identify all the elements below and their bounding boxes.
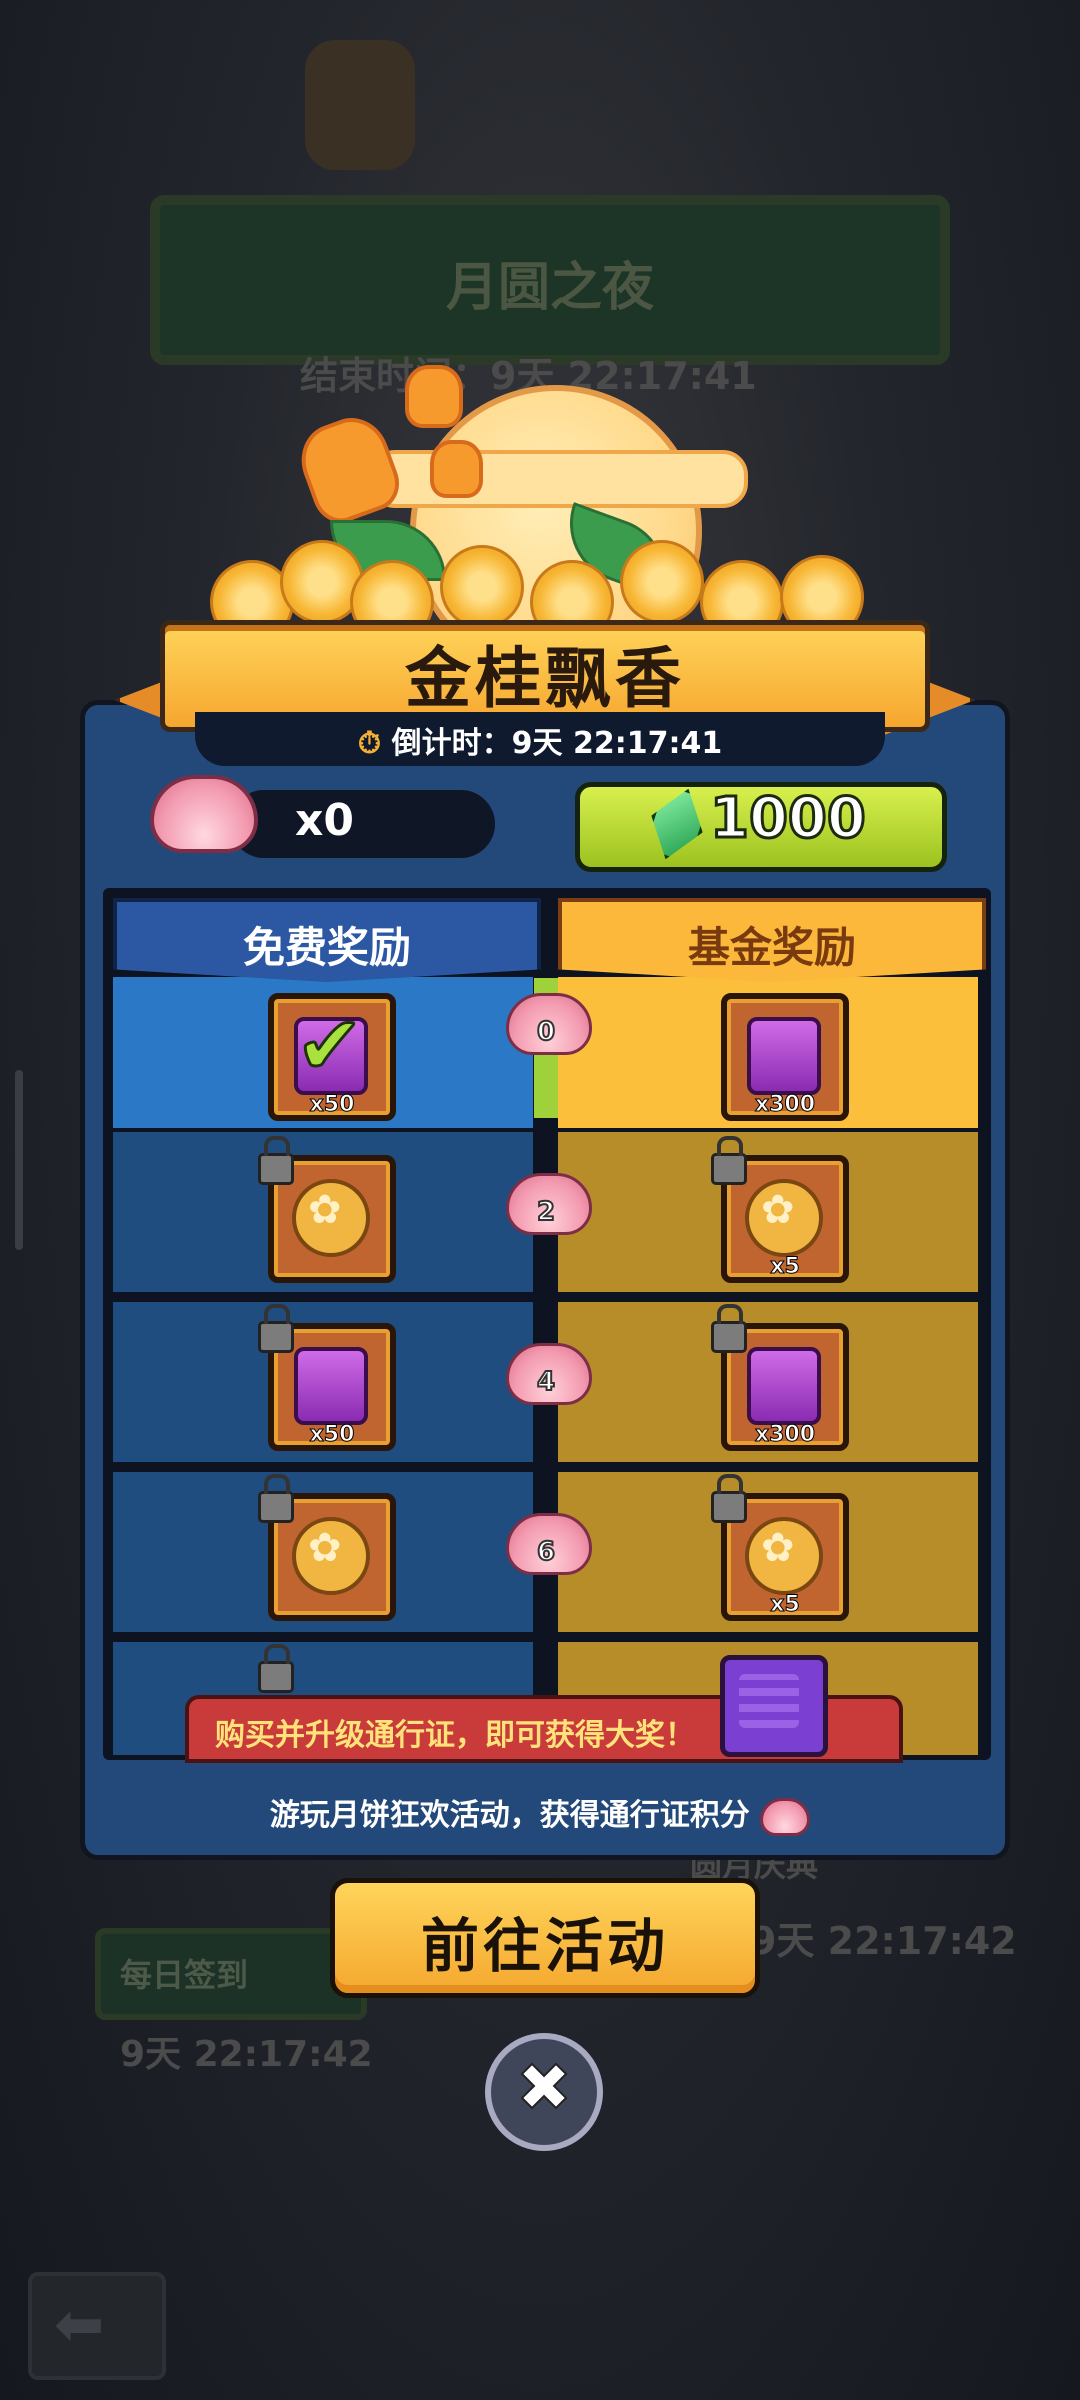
reward-qty: x50	[309, 1422, 355, 1448]
lock-icon	[711, 1304, 747, 1353]
level-number: 0	[536, 1016, 556, 1048]
back-arrow-icon: ⬅	[54, 2290, 105, 2360]
purple-gem-icon	[294, 1347, 368, 1425]
lock-icon	[258, 1474, 294, 1523]
bg-right-timer: 9天 22:17:42	[750, 1919, 1017, 1963]
level-marker-6: 6	[506, 1513, 592, 1575]
lotus-icon	[150, 775, 258, 853]
lotus-counter	[230, 790, 495, 858]
countdown-text: ⏱ 倒计时：9天 22:17:41	[195, 718, 885, 762]
reward-qty: x5	[770, 1592, 801, 1618]
close-button[interactable]: ✖	[485, 2033, 603, 2151]
gem-price: 1000	[709, 785, 868, 853]
modal-title: 金桂飘香	[405, 640, 685, 717]
footer-hint: 游玩月饼狂欢活动，获得通行证积分	[80, 1790, 1000, 1836]
lock-icon	[711, 1474, 747, 1523]
scroll-indicator	[15, 1070, 23, 1250]
lock-icon	[258, 1304, 294, 1353]
tab-fund-rewards[interactable]: 基金奖励	[558, 898, 986, 982]
level-marker-2: 2	[506, 1173, 592, 1235]
bg-event-title: 月圆之夜	[445, 258, 654, 318]
claimed-check-icon: ✔	[294, 998, 364, 1094]
level-number: 6	[536, 1536, 556, 1568]
level-marker-4: 4	[506, 1343, 592, 1405]
bg-daily-signin: 每日签到	[120, 1956, 249, 1994]
lock-icon	[258, 1644, 294, 1693]
go-button-label: 前往活动	[420, 1912, 669, 1980]
gold-coin-icon	[745, 1517, 823, 1595]
lantern-icon	[405, 365, 463, 428]
purple-gem-icon	[747, 1347, 821, 1425]
level-number: 2	[536, 1196, 556, 1228]
bg-left-timer: 9天 22:17:42	[120, 2034, 373, 2075]
reward-qty: x300	[754, 1092, 816, 1118]
purple-gem-icon	[747, 1017, 821, 1095]
gem-icon	[650, 787, 704, 861]
tab-free-rewards[interactable]: 免费奖励	[113, 898, 541, 982]
lotus-icon	[760, 1797, 811, 1836]
level-number: 4	[536, 1366, 556, 1398]
lantern-decoration	[305, 40, 415, 170]
gold-coin-icon	[292, 1179, 370, 1257]
stopwatch-icon: ⏱	[357, 726, 382, 761]
promo-text: 购买并升级通行证，即可获得大奖！	[215, 1718, 695, 1753]
back-button[interactable]: ⬅	[28, 2272, 166, 2380]
reward-qty: x300	[754, 1422, 816, 1448]
lotus-count: x0	[295, 795, 354, 846]
gold-coin-icon	[745, 1179, 823, 1257]
countdown-label: 倒计时：9天 22:17:41	[391, 726, 723, 761]
tab-free-label: 免费奖励	[242, 923, 411, 972]
level-marker-0: 0	[506, 993, 592, 1055]
lock-icon	[258, 1136, 294, 1185]
grand-prize-card-icon	[720, 1655, 828, 1757]
tab-paid-label: 基金奖励	[687, 923, 856, 972]
reward-slot-paid-0[interactable]: x300	[721, 993, 849, 1121]
go-to-event-button[interactable]: 前往活动	[330, 1878, 760, 1998]
reward-qty: x5	[770, 1254, 801, 1280]
reward-table: 免费奖励 基金奖励 ✔ x50 0 x300 2 x5 x50 4 x300	[103, 888, 991, 1760]
close-icon: ✖	[515, 2048, 572, 2127]
footer-hint-text: 游玩月饼狂欢活动，获得通行证积分	[269, 1798, 750, 1833]
reward-slot-free-0[interactable]: ✔ x50	[268, 993, 396, 1121]
gold-coin-icon	[292, 1517, 370, 1595]
cloud-decoration	[370, 450, 748, 508]
lantern-icon	[430, 440, 483, 498]
lock-icon	[711, 1136, 747, 1185]
reward-qty: x50	[309, 1092, 355, 1118]
